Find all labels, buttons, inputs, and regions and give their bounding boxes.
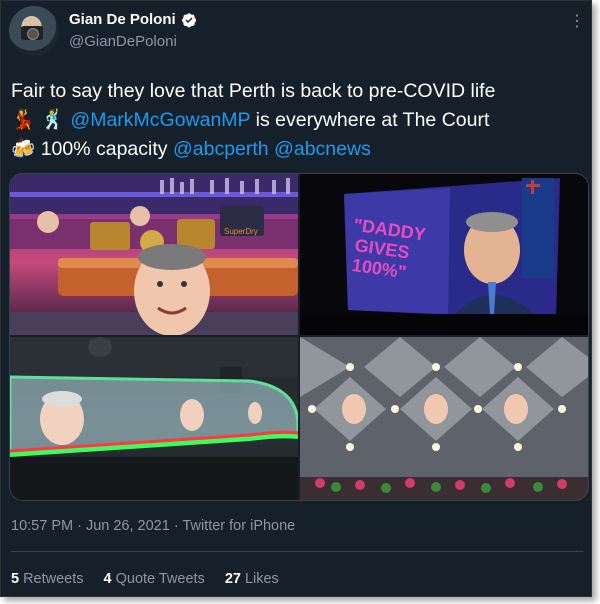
tweet-card: Gian De Poloni @GianDePoloni ⋮ Fair to s… [0,0,592,597]
quotes-count: 4 [103,571,112,587]
media-grid: SuperDry "DADDY GIVES 100%" [9,173,589,501]
tweet-text: Fair to say they love that Perth is back… [11,77,586,164]
tweet-line-3: 🍻 100% capacity @abcperth @abcnews [11,135,586,164]
wall-lights-scene [300,337,588,500]
tweet-timestamp[interactable]: 10:57 PM · Jun 26, 2021 · Twitter for iP… [11,518,295,534]
quote-tweets-stat[interactable]: 4 Quote Tweets [104,571,205,587]
tweet-line-1: Fair to say they love that Perth is back… [11,80,496,102]
engagement-stats: 5 Retweets 4 Quote Tweets 27 Likes [11,571,279,587]
tweet-line-2: 💃 🕺 @MarkMcGowanMP is everywhere at The … [11,106,586,135]
mention-markmcgowanmp[interactable]: @MarkMcGowanMP [70,109,250,131]
mention-abcnews[interactable]: @abcnews [274,138,371,160]
beer-mugs-emoji-icon: 🍻 [11,138,36,160]
quotes-label: Quote Tweets [115,571,205,587]
tweet-line-2-text: is everywhere at The Court [250,109,490,131]
tweet-line-3-text: 100% capacity [35,138,173,160]
mention-abcperth[interactable]: @abcperth [173,138,269,160]
verified-badge-icon [181,12,196,27]
likes-stat[interactable]: 27 Likes [225,571,279,587]
photo-bar-taps[interactable]: SuperDry [10,174,298,335]
more-options-icon[interactable]: ⋮ [569,11,586,31]
likes-count: 27 [224,571,241,587]
retweets-label: Retweets [23,571,84,587]
divider [11,551,583,552]
glow-bar-scene [10,337,298,500]
author-handle[interactable]: @GianDePoloni [69,33,177,50]
avatar[interactable] [9,6,59,56]
screen-scene: "DADDY GIVES 100%" [300,174,588,335]
photo-wall-lights[interactable] [300,337,588,500]
likes-label: Likes [244,571,279,587]
man-dancing-emoji-icon: 🕺 [40,109,65,131]
bar-sign-superdry: SuperDry [224,227,258,236]
author-name-row[interactable]: Gian De Poloni [69,11,197,28]
dancer-emoji-icon: 💃 [11,109,36,131]
author-name[interactable]: Gian De Poloni [69,11,176,28]
bar-scene: SuperDry [10,174,298,335]
photo-screen-daddy-gives[interactable]: "DADDY GIVES 100%" [300,174,588,335]
retweets-stat[interactable]: 5 Retweets [11,571,84,587]
retweets-count: 5 [11,571,20,587]
photo-glowing-bar[interactable] [10,337,298,500]
camera-lens [27,28,39,40]
